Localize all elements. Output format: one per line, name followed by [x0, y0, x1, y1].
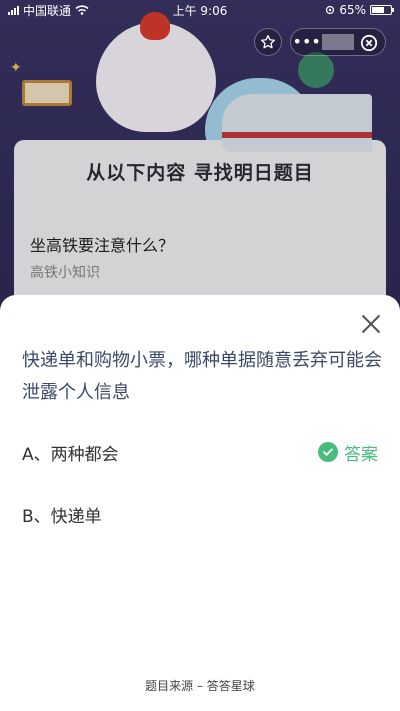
clock-label: 上午 9:06: [172, 3, 228, 18]
capsule-bar: •••: [254, 28, 386, 56]
option-b-label: B、快递单: [22, 506, 102, 527]
circle-close-icon: [361, 34, 378, 51]
question-text: 快递单和购物小票，哪种单据随意丢弃可能会泄露个人信息: [22, 350, 382, 403]
favorite-button[interactable]: [254, 28, 282, 56]
capsule-pill: •••: [290, 28, 386, 56]
battery-icon: [370, 5, 394, 15]
option-a-label: A、两种都会: [22, 444, 119, 465]
exit-button[interactable]: [354, 29, 385, 55]
status-bar: 中国联通 上午 9:06 65%: [0, 0, 400, 20]
answer-sheet: 快递单和购物小票，哪种单据随意丢弃可能会泄露个人信息 A、两种都会 答案 B、快…: [0, 295, 400, 711]
option-a[interactable]: A、两种都会 答案: [22, 437, 378, 467]
check-circle-icon: [318, 442, 338, 462]
more-button[interactable]: •••: [291, 29, 322, 55]
answer-tag: 答案: [318, 440, 378, 465]
star-outline-icon: [261, 35, 275, 49]
answer-label: 答案: [344, 444, 378, 465]
close-icon[interactable]: [360, 313, 382, 335]
capsule-divider: [322, 34, 354, 50]
source-footer: 题目来源 – 答答星球: [145, 679, 255, 693]
option-b[interactable]: B、快递单: [22, 499, 378, 529]
